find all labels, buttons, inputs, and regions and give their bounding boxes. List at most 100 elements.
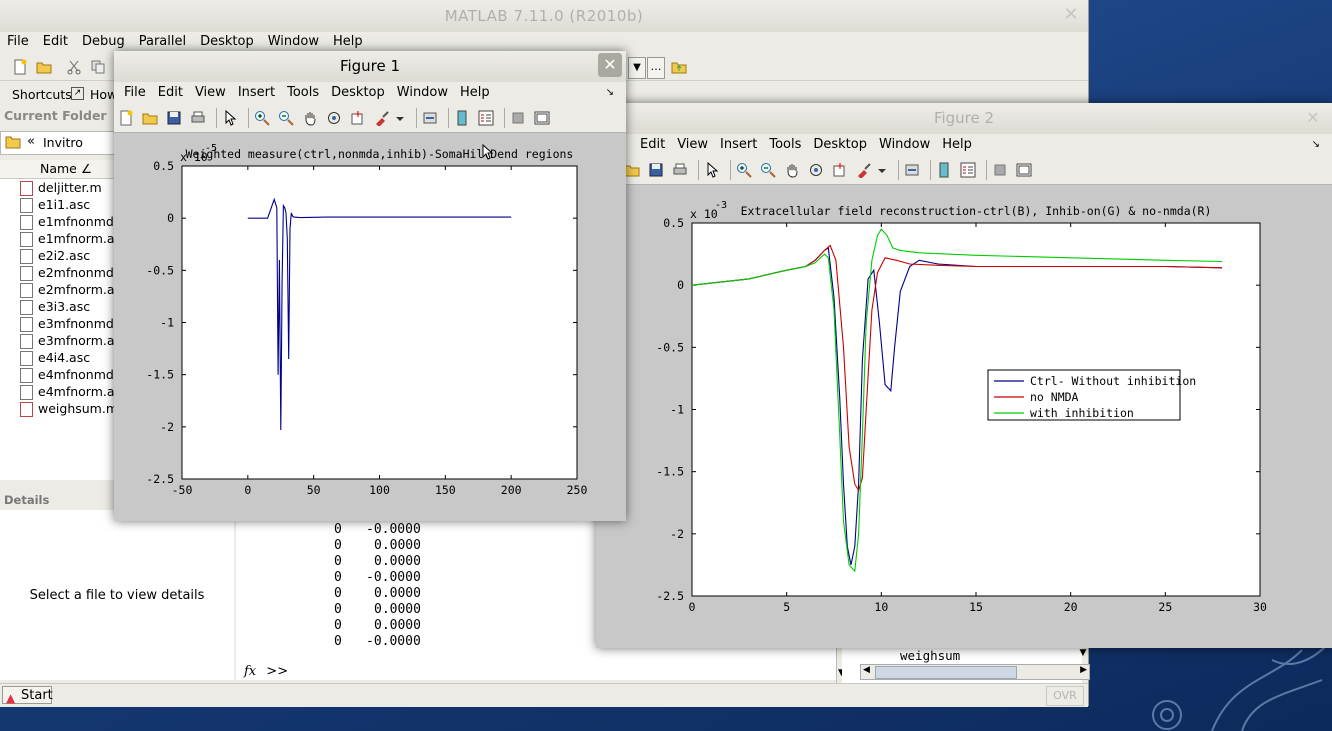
file-list-item[interactable]: e2i2.asc bbox=[0, 247, 118, 264]
brush-icon[interactable] bbox=[856, 162, 872, 178]
brush-dropdown-icon[interactable] bbox=[392, 110, 408, 126]
fig1-menu-insert[interactable]: Insert bbox=[232, 82, 281, 104]
brush-icon[interactable] bbox=[374, 110, 390, 126]
figure2-toolbar bbox=[596, 156, 1332, 185]
save-icon[interactable] bbox=[166, 110, 182, 126]
workspace-dropdown-icon[interactable]: ▼ bbox=[1076, 648, 1090, 662]
fig1-menu-desktop[interactable]: Desktop bbox=[325, 82, 391, 104]
file-list-item[interactable]: e1mfnorm.a bbox=[0, 230, 118, 247]
hide-plot-tools-icon[interactable] bbox=[510, 110, 526, 126]
fig1-menu-tools[interactable]: Tools bbox=[281, 82, 325, 104]
fig1-dock-arrow-icon[interactable]: ↘ bbox=[600, 82, 620, 104]
file-list-item[interactable]: deljitter.m bbox=[0, 179, 118, 196]
figure1-close-icon[interactable]: ✕ bbox=[598, 53, 622, 77]
menu-help[interactable]: Help bbox=[326, 32, 370, 52]
open-file-icon[interactable] bbox=[142, 110, 158, 126]
scroll-right-icon[interactable]: ▶ bbox=[1080, 665, 1087, 675]
cut-icon[interactable] bbox=[66, 59, 82, 75]
fig2-menu-help[interactable]: Help bbox=[936, 134, 978, 156]
copy-icon[interactable] bbox=[90, 59, 106, 75]
data-cursor-icon[interactable] bbox=[350, 110, 366, 126]
folder-dropdown-arrow-icon[interactable]: ▼ bbox=[628, 57, 646, 79]
data-cursor-icon[interactable] bbox=[832, 162, 848, 178]
chart-title: Weighted measure(ctrl,nonmda,inhib)-Soma… bbox=[186, 147, 574, 161]
open-folder-icon[interactable] bbox=[36, 59, 52, 75]
new-figure-icon[interactable] bbox=[118, 110, 134, 126]
legend-icon[interactable] bbox=[478, 110, 494, 126]
up-folder-icon[interactable] bbox=[671, 59, 687, 75]
file-list-item[interactable]: e1mfnonmd bbox=[0, 213, 118, 230]
fig2-menu-insert[interactable]: Insert bbox=[714, 134, 763, 156]
print-icon[interactable] bbox=[672, 162, 688, 178]
fig2-menu-edit[interactable]: Edit bbox=[634, 134, 671, 156]
cmd-output-col2: -0.0000 bbox=[366, 522, 421, 537]
workspace-item[interactable]: weighsum bbox=[900, 648, 960, 663]
scroll-thumb[interactable] bbox=[875, 666, 1017, 679]
fig1-menu-window[interactable]: Window bbox=[391, 82, 454, 104]
rotate-3d-icon[interactable] bbox=[808, 162, 824, 178]
file-list-item[interactable]: e4mfnonmd bbox=[0, 366, 118, 383]
pan-hand-icon[interactable] bbox=[302, 110, 318, 126]
pan-hand-icon[interactable] bbox=[784, 162, 800, 178]
workspace-hscrollbar[interactable]: ◀ ▶ bbox=[860, 664, 1090, 680]
fig1-menu-help[interactable]: Help bbox=[454, 82, 496, 104]
file-list-item[interactable]: e4i4.asc bbox=[0, 349, 118, 366]
shortcuts-label[interactable]: Shortcuts bbox=[12, 87, 72, 102]
fig2-dock-arrow-icon[interactable]: ↘ bbox=[1306, 134, 1326, 156]
open-file-icon[interactable] bbox=[624, 162, 640, 178]
zoom-out-icon[interactable] bbox=[278, 110, 294, 126]
shortcut-link-icon[interactable]: ↗ bbox=[71, 87, 84, 100]
brush-dropdown-icon[interactable] bbox=[874, 162, 890, 178]
link-plot-icon[interactable] bbox=[422, 110, 438, 126]
browse-button[interactable]: … bbox=[647, 57, 665, 79]
zoom-in-icon[interactable] bbox=[736, 162, 752, 178]
fig2-menu-window[interactable]: Window bbox=[873, 134, 936, 156]
fig1-menu-edit[interactable]: Edit bbox=[152, 82, 189, 104]
file-list-item[interactable]: e3i3.asc bbox=[0, 298, 118, 315]
main-menubar: File Edit Debug Parallel Desktop Window … bbox=[0, 32, 370, 52]
zoom-in-icon[interactable] bbox=[254, 110, 270, 126]
show-plot-tools-icon[interactable] bbox=[534, 110, 550, 126]
start-button[interactable]: ▲ Start bbox=[2, 686, 53, 705]
fig1-menu-file[interactable]: File bbox=[118, 82, 152, 104]
legend-icon[interactable] bbox=[960, 162, 976, 178]
save-icon[interactable] bbox=[648, 162, 664, 178]
file-list-item[interactable]: e4mfnorm.a bbox=[0, 383, 118, 400]
colorbar-icon[interactable] bbox=[936, 162, 952, 178]
menu-parallel[interactable]: Parallel bbox=[132, 32, 193, 52]
fig1-menu-view[interactable]: View bbox=[189, 82, 232, 104]
fx-icon[interactable]: fx bbox=[244, 664, 256, 679]
hide-plot-tools-icon[interactable] bbox=[992, 162, 1008, 178]
menu-edit[interactable]: Edit bbox=[36, 32, 75, 52]
file-list-item[interactable]: weighsum.m bbox=[0, 400, 118, 417]
details-message: Select a file to view details bbox=[29, 588, 205, 603]
fig2-menu-tools[interactable]: Tools bbox=[763, 134, 807, 156]
edit-plot-arrow-icon[interactable] bbox=[222, 110, 238, 126]
edit-plot-arrow-icon[interactable] bbox=[704, 162, 720, 178]
file-list-item[interactable]: e3mfnorm.a bbox=[0, 332, 118, 349]
command-prompt[interactable]: fx >> bbox=[244, 664, 288, 679]
menu-desktop[interactable]: Desktop bbox=[193, 32, 261, 52]
name-column-header[interactable]: Name ∠ bbox=[0, 160, 118, 179]
new-file-icon[interactable] bbox=[12, 59, 28, 75]
file-list-item[interactable]: e3mfnonmd bbox=[0, 315, 118, 332]
scroll-left-icon[interactable]: ◀ bbox=[863, 665, 870, 675]
file-list-item[interactable]: e1i1.asc bbox=[0, 196, 118, 213]
show-plot-tools-icon[interactable] bbox=[1016, 162, 1032, 178]
colorbar-icon[interactable] bbox=[454, 110, 470, 126]
fig2-menu-desktop[interactable]: Desktop bbox=[807, 134, 873, 156]
menu-debug[interactable]: Debug bbox=[75, 32, 132, 52]
menu-file[interactable]: File bbox=[0, 32, 36, 52]
figure2-close-icon[interactable]: ✕ bbox=[1302, 108, 1324, 130]
double-chevron-left-icon[interactable]: « bbox=[27, 134, 35, 149]
folder-path-bar[interactable]: « Invitro bbox=[0, 131, 117, 155]
close-icon[interactable]: ✕ bbox=[1062, 6, 1080, 24]
file-list-item[interactable]: e2mfnonmd bbox=[0, 264, 118, 281]
menu-window[interactable]: Window bbox=[261, 32, 326, 52]
file-list-item[interactable]: e2mfnorm.a bbox=[0, 281, 118, 298]
link-plot-icon[interactable] bbox=[904, 162, 920, 178]
zoom-out-icon[interactable] bbox=[760, 162, 776, 178]
rotate-3d-icon[interactable] bbox=[326, 110, 342, 126]
print-icon[interactable] bbox=[190, 110, 206, 126]
fig2-menu-view[interactable]: View bbox=[671, 134, 714, 156]
